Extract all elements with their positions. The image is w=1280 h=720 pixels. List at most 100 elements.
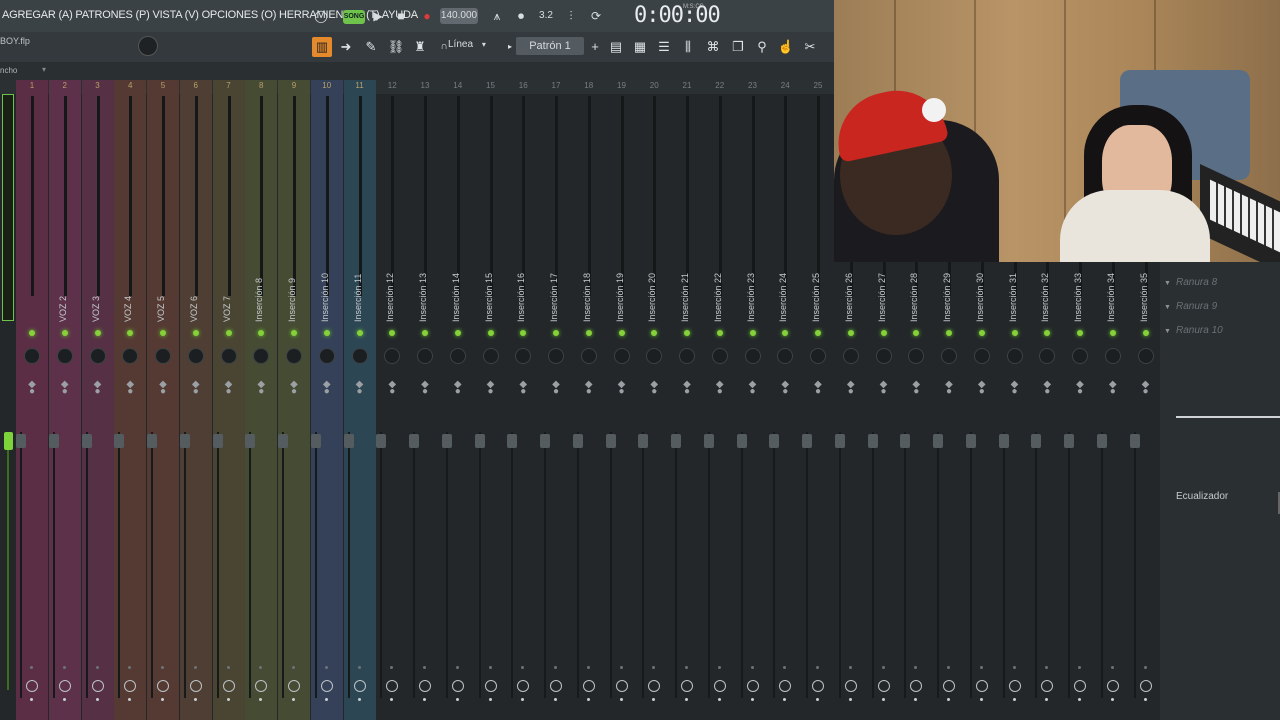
volume-fader[interactable]	[376, 434, 387, 448]
chevron-down-icon[interactable]: ▼	[1164, 328, 1171, 335]
track-enable-led[interactable]	[880, 330, 887, 336]
send-knob[interactable]	[943, 680, 955, 692]
track-name[interactable]: Inserción 22	[711, 273, 729, 322]
pan-knob[interactable]	[482, 348, 499, 364]
pan-knob[interactable]	[646, 348, 663, 364]
stereo-separation-icon[interactable]: ◆●	[486, 380, 496, 401]
volume-fader[interactable]	[900, 434, 911, 448]
track-enable-led[interactable]	[618, 330, 625, 336]
metronome-icon[interactable]: ⩚	[488, 7, 506, 25]
stereo-separation-icon[interactable]: ◆●	[27, 380, 37, 401]
track-enable-led[interactable]	[389, 330, 396, 336]
track-enable-led[interactable]	[225, 330, 232, 336]
touch-icon[interactable]: ☝	[776, 37, 796, 57]
volume-fader[interactable]	[703, 434, 714, 448]
send-knob[interactable]	[1106, 680, 1119, 692]
track-enable-led[interactable]	[127, 330, 134, 336]
mixer-track[interactable]: 25 Inserción 25 ◆ ●	[802, 80, 834, 720]
track-name[interactable]: Inserción 11	[351, 274, 369, 322]
mixer-track[interactable]: 2 VOZ 2 ◆ ●	[48, 80, 81, 720]
mixer-icon[interactable]: ⫼	[678, 37, 698, 57]
volume-fader[interactable]	[16, 434, 26, 448]
pan-knob[interactable]	[89, 348, 106, 364]
track-enable-led[interactable]	[160, 330, 166, 336]
mixer-track[interactable]: 21 Inserción 21 ◆ ●	[671, 80, 703, 720]
pan-knob[interactable]	[155, 348, 171, 364]
stop-icon[interactable]: ■	[392, 7, 410, 25]
stereo-separation-icon[interactable]: ◆●	[191, 380, 201, 401]
pan-knob[interactable]	[711, 348, 728, 364]
stereo-separation-icon[interactable]: ◆●	[158, 380, 168, 401]
stamp-tool-icon[interactable]: ♜	[410, 37, 430, 57]
track-name[interactable]: VOZ 4	[121, 296, 139, 322]
track-name[interactable]: VOZ 2	[56, 296, 74, 322]
track-name[interactable]: Inserción 20	[645, 273, 663, 322]
chevron-down-icon[interactable]: ▾	[42, 65, 46, 74]
track-name[interactable]	[23, 318, 41, 322]
pan-knob[interactable]	[417, 348, 433, 364]
mixer-track[interactable]: 15 Inserción 15 ◆ ●	[474, 80, 507, 720]
stereo-separation-icon[interactable]: ◆●	[780, 380, 790, 401]
arrow-tool-icon[interactable]: ➜	[336, 37, 356, 57]
track-name[interactable]: Inserción 18	[580, 273, 598, 322]
volume-fader[interactable]	[474, 434, 485, 448]
pan-knob[interactable]	[286, 348, 302, 364]
mixer-track[interactable]: 23 Inserción 23 ◆ ●	[736, 80, 769, 720]
send-knob[interactable]	[615, 680, 628, 692]
send-knob[interactable]	[746, 680, 759, 692]
track-enable-led[interactable]	[323, 330, 330, 336]
volume-fader[interactable]	[48, 434, 59, 448]
stereo-separation-icon[interactable]: ◆●	[453, 380, 463, 401]
volume-fader[interactable]	[1096, 434, 1107, 448]
mixer-track[interactable]: 19 Inserción 19 ◆ ●	[605, 80, 638, 720]
playlist-icon[interactable]: ▤	[606, 37, 626, 57]
countdown-icon[interactable]: 3.2	[537, 7, 555, 25]
mixer-track[interactable]: 8 Inserción 8 ◆ ●	[245, 80, 278, 720]
track-name[interactable]: VOZ 7	[220, 296, 238, 322]
track-enable-led[interactable]	[454, 330, 461, 336]
stereo-separation-icon[interactable]: ◆●	[715, 380, 725, 401]
pan-knob[interactable]	[548, 348, 564, 364]
pan-knob[interactable]	[744, 348, 761, 364]
stereo-separation-icon[interactable]: ◆●	[420, 380, 430, 401]
stereo-separation-icon[interactable]: ◆●	[879, 380, 889, 401]
send-knob[interactable]	[58, 680, 71, 692]
stereo-separation-icon[interactable]: ◆●	[256, 380, 266, 401]
volume-fader[interactable]	[310, 434, 321, 448]
pan-knob[interactable]	[1137, 348, 1154, 364]
track-enable-led[interactable]	[749, 330, 756, 336]
send-knob[interactable]	[1139, 680, 1152, 692]
master-volume-knob[interactable]	[138, 36, 158, 56]
track-enable-led[interactable]	[291, 330, 297, 336]
volume-fader[interactable]	[343, 434, 354, 448]
stereo-separation-icon[interactable]: ◆●	[748, 380, 758, 401]
pan-knob[interactable]	[842, 348, 859, 364]
scissors-icon[interactable]: ✂	[800, 37, 820, 57]
track-name[interactable]: Inserción 26	[842, 273, 860, 322]
pan-knob[interactable]	[1104, 348, 1121, 364]
volume-fader[interactable]	[540, 434, 550, 448]
send-knob[interactable]	[386, 680, 399, 692]
send-knob[interactable]	[1041, 680, 1054, 692]
mixer-track[interactable]: 16 Inserción 16 ◆ ●	[507, 80, 539, 720]
stereo-separation-icon[interactable]: ◆●	[1141, 380, 1151, 401]
send-knob[interactable]	[91, 680, 104, 692]
mixer-track[interactable]: 1 ◆ ●	[16, 80, 48, 720]
stereo-separation-icon[interactable]: ◆●	[911, 380, 921, 401]
mixer-track[interactable]: 13 Inserción 13 ◆ ●	[409, 80, 441, 720]
mixer-track[interactable]: 3 VOZ 3 ◆ ●	[81, 80, 114, 720]
pan-knob[interactable]	[941, 348, 957, 364]
track-name[interactable]: Inserción 17	[547, 273, 565, 322]
piano-roll-icon[interactable]: ☰	[654, 37, 674, 57]
send-knob[interactable]	[157, 680, 169, 692]
track-name[interactable]: VOZ 6	[187, 296, 205, 322]
volume-fader[interactable]	[802, 434, 812, 448]
volume-fader[interactable]	[933, 434, 943, 448]
track-enable-led[interactable]	[29, 330, 35, 336]
chevron-down-icon[interactable]: ▼	[1164, 280, 1171, 287]
volume-fader[interactable]	[212, 434, 223, 448]
volume-fader[interactable]	[736, 434, 747, 448]
track-enable-led[interactable]	[1142, 330, 1149, 336]
stereo-separation-icon[interactable]: ◆●	[60, 380, 70, 401]
track-enable-led[interactable]	[913, 330, 920, 336]
